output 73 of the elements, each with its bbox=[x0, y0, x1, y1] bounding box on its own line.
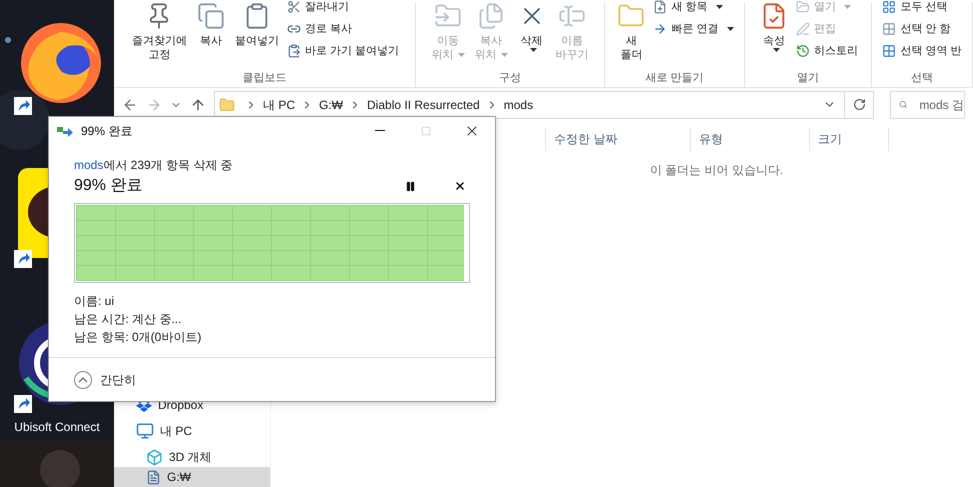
monitor-icon bbox=[136, 422, 154, 440]
document-icon bbox=[146, 470, 161, 484]
source-link[interactable]: mods bbox=[74, 156, 104, 174]
new-file-icon bbox=[653, 0, 668, 14]
back-icon[interactable] bbox=[122, 96, 138, 113]
ribbon-button[interactable]: 복사 bbox=[194, 2, 227, 48]
ribbon-button[interactable]: 빠른 연결 bbox=[653, 18, 734, 40]
pause-icon[interactable] bbox=[405, 180, 416, 192]
copy-icon bbox=[196, 2, 225, 30]
empty-folder-message: 이 폴더는 비어 있습니다. bbox=[648, 162, 784, 179]
breadcrumb[interactable]: G:₩ bbox=[319, 96, 344, 114]
shortcut-icon bbox=[14, 250, 32, 268]
ribbon-button[interactable]: 삭제 bbox=[516, 2, 548, 52]
shortcut-icon bbox=[14, 97, 32, 115]
nav-item[interactable]: G:₩ bbox=[114, 467, 270, 487]
folder-icon bbox=[219, 96, 235, 113]
nav-label: Dropbox bbox=[158, 397, 204, 414]
cancel-icon[interactable] bbox=[454, 180, 466, 192]
transfer-icon bbox=[57, 124, 73, 136]
detail-line: 남은 항목: 0개(0바이트) bbox=[74, 329, 202, 346]
nav-item[interactable]: 내 PC bbox=[114, 421, 270, 441]
grid-icon bbox=[882, 44, 896, 58]
ribbon-button[interactable]: 잘라내기 bbox=[286, 0, 400, 18]
history-icon bbox=[796, 44, 810, 58]
ribbon-button[interactable]: 선택 안 함 bbox=[882, 18, 962, 40]
ribbon-button[interactable]: 속성 bbox=[758, 2, 790, 52]
ribbon-button[interactable]: 모두 선택 bbox=[882, 0, 962, 18]
minimize-icon bbox=[375, 130, 385, 131]
grid-icon bbox=[882, 22, 896, 36]
column-header[interactable]: 크기 bbox=[809, 127, 888, 151]
group-label: 선택 bbox=[910, 71, 934, 86]
ribbon-button[interactable]: 바로 가기 붙여넣기 bbox=[286, 40, 400, 62]
browser-icon bbox=[18, 20, 104, 106]
breadcrumb[interactable]: 내 PC bbox=[263, 96, 296, 114]
dialog-title: 99% 완료 bbox=[81, 122, 132, 140]
breadcrumb[interactable]: Diablo II Resurrected bbox=[367, 96, 480, 114]
paste-icon bbox=[286, 44, 301, 58]
column-header[interactable]: 수정한 날짜 bbox=[545, 127, 690, 151]
copy-icon bbox=[477, 2, 505, 30]
group-label: 열기 bbox=[796, 71, 820, 86]
detail-line: 이름: ui bbox=[74, 293, 116, 310]
ribbon-button[interactable]: 새 폴더 bbox=[615, 2, 648, 62]
ribbon-button[interactable]: 새 항목 bbox=[653, 0, 734, 18]
desktop-icon-label[interactable]: Ubisoft Connect bbox=[0, 418, 114, 436]
search-field[interactable]: mods 검 bbox=[890, 90, 965, 119]
open-icon bbox=[796, 0, 810, 14]
collapse-button[interactable]: 간단히 bbox=[74, 370, 136, 388]
ribbon-button[interactable]: 즐겨찾기에 고정 bbox=[130, 2, 189, 62]
cube-icon bbox=[146, 448, 163, 466]
shortcut-icon bbox=[14, 395, 32, 413]
ribbon-button[interactable]: 붙여넣기 bbox=[232, 2, 281, 48]
ribbon-button[interactable]: 히스토리 bbox=[796, 40, 858, 62]
refresh-icon bbox=[852, 98, 866, 112]
breadcrumb[interactable]: mods bbox=[504, 96, 534, 114]
nav-label: G:₩ bbox=[167, 469, 191, 486]
progress-heading: 99% 완료 bbox=[74, 176, 142, 196]
ribbon-button[interactable]: 경로 복사 bbox=[286, 18, 400, 40]
column-header[interactable]: 유형 bbox=[690, 127, 809, 151]
grid-icon bbox=[882, 0, 896, 14]
maximize-icon bbox=[421, 126, 431, 136]
pencil-icon bbox=[796, 22, 810, 36]
nav-label: 내 PC bbox=[160, 423, 192, 440]
ribbon-button[interactable]: 선택 영역 반 bbox=[882, 40, 962, 62]
detail-line: 남은 시간: 계산 중... bbox=[74, 311, 182, 328]
status-text: 에서 239개 항목 삭제 중 bbox=[103, 157, 233, 174]
chevron-up-icon bbox=[74, 370, 92, 388]
group-label: 새로 만들기 bbox=[644, 71, 705, 86]
nav-label: 3D 개체 bbox=[169, 449, 212, 466]
group-label: 구성 bbox=[498, 71, 522, 86]
group-label: 클립보드 bbox=[242, 71, 288, 86]
up-icon[interactable] bbox=[190, 96, 206, 113]
scissors-icon bbox=[286, 0, 301, 14]
nav-item[interactable]: 3D 개체 bbox=[114, 447, 270, 467]
